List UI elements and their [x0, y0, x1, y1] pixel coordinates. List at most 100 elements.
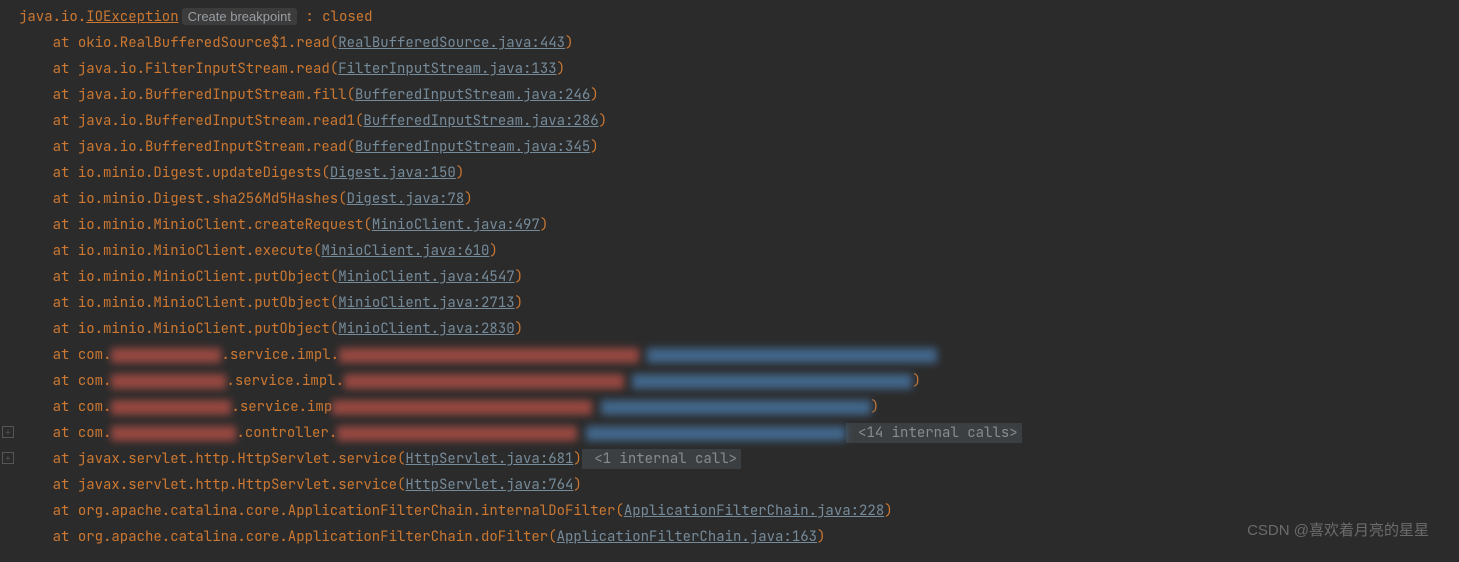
at-keyword: at — [53, 372, 78, 390]
close-paren: ) — [573, 476, 581, 494]
at-keyword: at — [53, 450, 78, 468]
stack-frame: at java.io.FilterInputStream.read(Filter… — [0, 56, 1459, 82]
create-breakpoint-button[interactable]: Create breakpoint — [182, 8, 297, 25]
source-link[interactable]: HttpServlet.java:681 — [405, 450, 573, 468]
source-link[interactable]: BufferedInputStream.java:345 — [355, 138, 590, 156]
source-link[interactable]: HttpServlet.java:764 — [405, 476, 573, 494]
source-link[interactable]: MinioClient.java:610 — [321, 242, 489, 260]
close-paren: ) — [515, 268, 523, 286]
close-paren: ) — [590, 138, 598, 156]
internal-calls-hint[interactable]: <1 internal call> — [582, 449, 741, 469]
stack-frame: at org.apache.catalina.core.ApplicationF… — [0, 498, 1459, 524]
stack-frame: at org.apache.catalina.core.ApplicationF… — [0, 524, 1459, 550]
stack-call: io.minio.MinioClient.execute — [78, 242, 313, 260]
stack-call: java.io.FilterInputStream.read — [78, 60, 330, 78]
at-keyword: at — [53, 398, 78, 416]
redacted-content — [111, 400, 231, 415]
stack-frame: + at javax.servlet.http.HttpServlet.serv… — [0, 446, 1459, 472]
stack-frame-redacted: at com. .service.impl. ) — [0, 368, 1459, 394]
source-link[interactable]: ApplicationFilterChain.java:163 — [557, 528, 817, 546]
open-paren: ( — [330, 34, 338, 52]
redacted-content — [111, 374, 226, 389]
stack-frame: at java.io.BufferedInputStream.read(Buff… — [0, 134, 1459, 160]
source-link[interactable]: MinioClient.java:2830 — [338, 320, 514, 338]
stack-call-mid: .service.impl. — [221, 346, 339, 364]
stack-frame: at javax.servlet.http.HttpServlet.servic… — [0, 472, 1459, 498]
close-paren: ) — [456, 164, 464, 182]
at-keyword: at — [53, 60, 78, 78]
at-keyword: at — [53, 320, 78, 338]
stack-frame: at okio.RealBufferedSource$1.read(RealBu… — [0, 30, 1459, 56]
stack-call: io.minio.MinioClient.putObject — [78, 320, 330, 338]
close-paren: ) — [573, 450, 581, 468]
source-link[interactable]: MinioClient.java:4547 — [338, 268, 514, 286]
redacted-content — [111, 426, 236, 441]
source-link[interactable]: MinioClient.java:497 — [372, 216, 540, 234]
at-keyword: at — [53, 216, 78, 234]
exception-package: java.io. — [19, 8, 86, 26]
close-paren: ) — [515, 320, 523, 338]
at-keyword: at — [53, 528, 78, 546]
expand-icon[interactable]: + — [2, 426, 14, 438]
close-paren: ) — [912, 372, 920, 390]
redacted-content — [344, 374, 624, 389]
exception-header: java.io.IOExceptionCreate breakpoint : c… — [0, 4, 1459, 30]
source-link[interactable]: MinioClient.java:2713 — [338, 294, 514, 312]
stack-frame: at java.io.BufferedInputStream.read1(Buf… — [0, 108, 1459, 134]
at-keyword: at — [53, 86, 78, 104]
stack-call: javax.servlet.http.HttpServlet.service — [78, 476, 397, 494]
close-paren: ) — [884, 502, 892, 520]
stack-frame: at io.minio.MinioClient.putObject(MinioC… — [0, 316, 1459, 342]
open-paren: ( — [347, 86, 355, 104]
open-paren: ( — [548, 528, 556, 546]
close-paren: ) — [515, 294, 523, 312]
stack-frame: at io.minio.MinioClient.createRequest(Mi… — [0, 212, 1459, 238]
internal-calls-hint[interactable]: <14 internal calls> — [846, 423, 1022, 443]
stack-call: io.minio.Digest.updateDigests — [78, 164, 322, 182]
open-paren: ( — [330, 60, 338, 78]
stack-call: io.minio.MinioClient.putObject — [78, 294, 330, 312]
source-link[interactable]: FilterInputStream.java:133 — [338, 60, 556, 78]
close-paren: ) — [464, 190, 472, 208]
close-paren: ) — [599, 112, 607, 130]
at-keyword: at — [53, 346, 78, 364]
source-link[interactable]: Digest.java:150 — [330, 164, 456, 182]
at-keyword: at — [53, 424, 78, 442]
close-paren: ) — [540, 216, 548, 234]
source-link[interactable]: BufferedInputStream.java:286 — [363, 112, 598, 130]
source-link[interactable]: RealBufferedSource.java:443 — [338, 34, 565, 52]
at-keyword: at — [53, 34, 78, 52]
source-link[interactable]: Digest.java:78 — [347, 190, 465, 208]
at-keyword: at — [53, 476, 78, 494]
redacted-content — [337, 426, 577, 441]
close-paren: ) — [871, 398, 879, 416]
stack-call-mid: .controller. — [236, 424, 337, 442]
redacted-content — [111, 348, 221, 363]
stack-call-mid: .service.impl. — [226, 372, 344, 390]
redacted-link[interactable] — [632, 374, 912, 389]
at-keyword: at — [53, 138, 78, 156]
redacted-link[interactable] — [601, 400, 871, 415]
stack-call-prefix: com. — [78, 398, 112, 416]
watermark: CSDN @喜欢着月亮的星星 — [1247, 518, 1429, 544]
source-link[interactable]: ApplicationFilterChain.java:228 — [624, 502, 884, 520]
colon: : — [297, 8, 322, 26]
exception-class-link[interactable]: IOException — [86, 8, 178, 26]
stack-call-mid: .service.imp — [231, 398, 332, 416]
stack-frame: at java.io.BufferedInputStream.fill(Buff… — [0, 82, 1459, 108]
redacted-link[interactable] — [647, 348, 937, 363]
stack-call: org.apache.catalina.core.ApplicationFilt… — [78, 528, 548, 546]
stack-call-prefix: com. — [78, 372, 112, 390]
expand-icon[interactable]: + — [2, 452, 14, 464]
close-paren: ) — [817, 528, 825, 546]
source-link[interactable]: BufferedInputStream.java:246 — [355, 86, 590, 104]
redacted-content — [339, 348, 639, 363]
redacted-link[interactable] — [586, 426, 846, 441]
stack-call: io.minio.MinioClient.createRequest — [78, 216, 364, 234]
stack-frame: at io.minio.MinioClient.execute(MinioCli… — [0, 238, 1459, 264]
stack-frame-redacted: at com. .service.imp ) — [0, 394, 1459, 420]
open-paren: ( — [330, 320, 338, 338]
at-keyword: at — [53, 190, 78, 208]
stack-call: okio.RealBufferedSource$1.read — [78, 34, 330, 52]
open-paren: ( — [363, 216, 371, 234]
